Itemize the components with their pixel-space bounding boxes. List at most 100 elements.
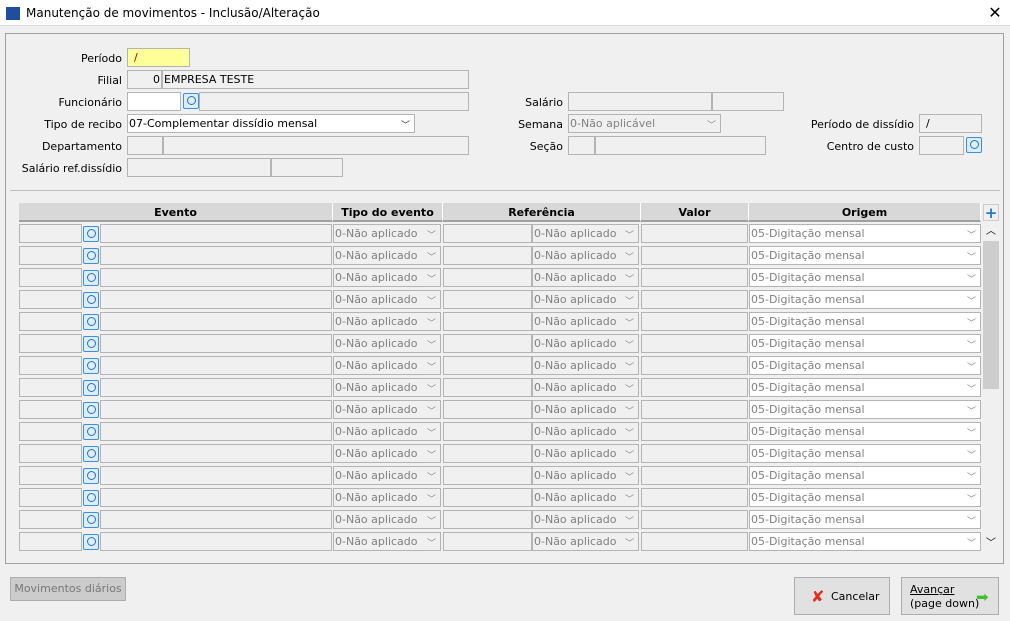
tipo-evento-select[interactable]: 0-Não aplicado ﹀ xyxy=(333,334,441,353)
search-icon[interactable] xyxy=(83,446,99,462)
referencia-select[interactable]: 0-Não aplicado ﹀ xyxy=(532,334,639,353)
movimentos-diarios-button[interactable]: Movimentos diários xyxy=(10,577,126,601)
referencia-select[interactable]: 0-Não aplicado ﹀ xyxy=(532,422,639,441)
evento-code-input[interactable] xyxy=(19,224,82,243)
tipo-evento-select[interactable]: 0-Não aplicado ﹀ xyxy=(333,466,441,485)
referencia-select[interactable]: 0-Não aplicado ﹀ xyxy=(532,488,639,507)
valor-input[interactable] xyxy=(641,268,748,287)
referencia-input[interactable] xyxy=(443,334,532,353)
search-icon[interactable] xyxy=(83,226,99,242)
referencia-input[interactable] xyxy=(443,312,532,331)
evento-code-input[interactable] xyxy=(19,400,82,419)
referencia-select[interactable]: 0-Não aplicado ﹀ xyxy=(532,532,639,551)
origem-select[interactable]: 05-Digitação mensal ﹀ xyxy=(749,444,981,463)
origem-select[interactable]: 05-Digitação mensal ﹀ xyxy=(749,510,981,529)
evento-code-input[interactable] xyxy=(19,334,82,353)
plus-icon[interactable]: + xyxy=(983,204,999,222)
search-icon[interactable] xyxy=(83,314,99,330)
origem-select[interactable]: 05-Digitação mensal ﹀ xyxy=(749,466,981,485)
origem-select[interactable]: 05-Digitação mensal ﹀ xyxy=(749,246,981,265)
valor-input[interactable] xyxy=(641,378,748,397)
referencia-select[interactable]: 0-Não aplicado ﹀ xyxy=(532,510,639,529)
referencia-input[interactable] xyxy=(443,444,532,463)
valor-input[interactable] xyxy=(641,246,748,265)
referencia-input[interactable] xyxy=(443,378,532,397)
origem-select[interactable]: 05-Digitação mensal ﹀ xyxy=(749,488,981,507)
search-icon[interactable] xyxy=(83,336,99,352)
referencia-select[interactable]: 0-Não aplicado ﹀ xyxy=(532,224,639,243)
referencia-input[interactable] xyxy=(443,532,532,551)
search-icon[interactable] xyxy=(966,137,982,153)
referencia-input[interactable] xyxy=(443,466,532,485)
origem-select[interactable]: 05-Digitação mensal ﹀ xyxy=(749,378,981,397)
origem-select[interactable]: 05-Digitação mensal ﹀ xyxy=(749,334,981,353)
referencia-select[interactable]: 0-Não aplicado ﹀ xyxy=(532,378,639,397)
evento-code-input[interactable] xyxy=(19,290,82,309)
tipo-evento-select[interactable]: 0-Não aplicado ﹀ xyxy=(333,488,441,507)
referencia-input[interactable] xyxy=(443,246,532,265)
search-icon[interactable] xyxy=(83,248,99,264)
evento-code-input[interactable] xyxy=(19,312,82,331)
tipo-evento-select[interactable]: 0-Não aplicado ﹀ xyxy=(333,400,441,419)
evento-code-input[interactable] xyxy=(19,268,82,287)
origem-select[interactable]: 05-Digitação mensal ﹀ xyxy=(749,356,981,375)
referencia-input[interactable] xyxy=(443,356,532,375)
referencia-input[interactable] xyxy=(443,422,532,441)
origem-select[interactable]: 05-Digitação mensal ﹀ xyxy=(749,290,981,309)
tipo-evento-select[interactable]: 0-Não aplicado ﹀ xyxy=(333,224,441,243)
origem-select[interactable]: 05-Digitação mensal ﹀ xyxy=(749,422,981,441)
evento-code-input[interactable] xyxy=(19,532,82,551)
tipo-evento-select[interactable]: 0-Não aplicado ﹀ xyxy=(333,246,441,265)
tipo-evento-select[interactable]: 0-Não aplicado ﹀ xyxy=(333,268,441,287)
evento-code-input[interactable] xyxy=(19,246,82,265)
tipo-evento-select[interactable]: 0-Não aplicado ﹀ xyxy=(333,378,441,397)
tipo-recibo-select[interactable]: 07-Complementar dissídio mensal ﹀ xyxy=(127,114,415,133)
valor-input[interactable] xyxy=(641,334,748,353)
semana-select[interactable]: 0-Não aplicável ﹀ xyxy=(568,114,721,133)
referencia-select[interactable]: 0-Não aplicado ﹀ xyxy=(532,356,639,375)
valor-input[interactable] xyxy=(641,444,748,463)
periodo-input[interactable]: / xyxy=(127,48,190,67)
referencia-input[interactable] xyxy=(443,400,532,419)
search-icon[interactable] xyxy=(83,490,99,506)
origem-select[interactable]: 05-Digitação mensal ﹀ xyxy=(749,532,981,551)
referencia-select[interactable]: 0-Não aplicado ﹀ xyxy=(532,444,639,463)
origem-select[interactable]: 05-Digitação mensal ﹀ xyxy=(749,268,981,287)
funcionario-code-input[interactable] xyxy=(127,92,181,111)
close-icon[interactable]: ✕ xyxy=(984,2,1006,24)
evento-code-input[interactable] xyxy=(19,488,82,507)
tipo-evento-select[interactable]: 0-Não aplicado ﹀ xyxy=(333,444,441,463)
evento-code-input[interactable] xyxy=(19,510,82,529)
scrollbar[interactable]: ︿ ﹀ xyxy=(983,224,999,552)
valor-input[interactable] xyxy=(641,466,748,485)
search-icon[interactable] xyxy=(83,270,99,286)
search-icon[interactable] xyxy=(83,292,99,308)
search-icon[interactable] xyxy=(183,93,199,109)
referencia-input[interactable] xyxy=(443,290,532,309)
tipo-evento-select[interactable]: 0-Não aplicado ﹀ xyxy=(333,356,441,375)
tipo-evento-select[interactable]: 0-Não aplicado ﹀ xyxy=(333,312,441,331)
referencia-select[interactable]: 0-Não aplicado ﹀ xyxy=(532,246,639,265)
avancar-button[interactable]: Avançar (page down) ➡ xyxy=(901,577,999,615)
tipo-evento-select[interactable]: 0-Não aplicado ﹀ xyxy=(333,510,441,529)
tipo-evento-select[interactable]: 0-Não aplicado ﹀ xyxy=(333,422,441,441)
search-icon[interactable] xyxy=(83,402,99,418)
valor-input[interactable] xyxy=(641,510,748,529)
scroll-down-icon[interactable]: ﹀ xyxy=(983,536,999,552)
referencia-select[interactable]: 0-Não aplicado ﹀ xyxy=(532,268,639,287)
evento-code-input[interactable] xyxy=(19,466,82,485)
referencia-select[interactable]: 0-Não aplicado ﹀ xyxy=(532,312,639,331)
referencia-input[interactable] xyxy=(443,510,532,529)
referencia-input[interactable] xyxy=(443,224,532,243)
valor-input[interactable] xyxy=(641,488,748,507)
referencia-select[interactable]: 0-Não aplicado ﹀ xyxy=(532,466,639,485)
search-icon[interactable] xyxy=(83,468,99,484)
referencia-input[interactable] xyxy=(443,268,532,287)
evento-code-input[interactable] xyxy=(19,378,82,397)
cancelar-button[interactable]: ✘ Cancelar xyxy=(794,577,890,615)
valor-input[interactable] xyxy=(641,312,748,331)
referencia-select[interactable]: 0-Não aplicado ﹀ xyxy=(532,290,639,309)
evento-code-input[interactable] xyxy=(19,422,82,441)
scrollbar-thumb[interactable] xyxy=(983,241,999,389)
valor-input[interactable] xyxy=(641,532,748,551)
